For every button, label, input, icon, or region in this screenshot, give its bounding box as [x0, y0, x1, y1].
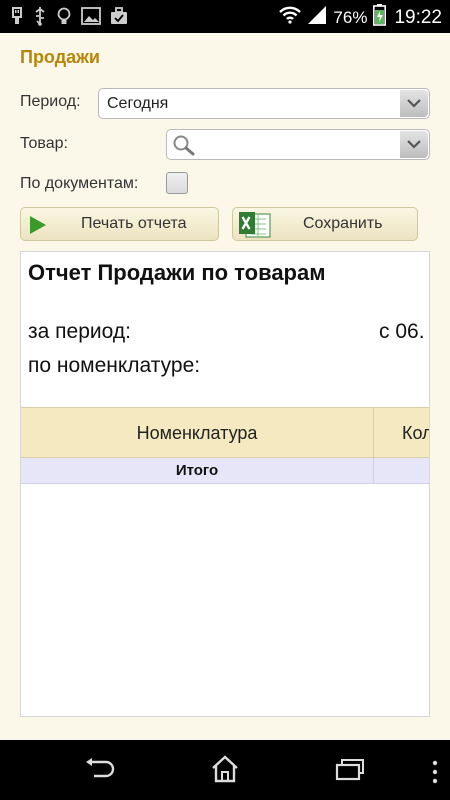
wifi-icon: [279, 6, 302, 29]
period-select[interactable]: Сегодня: [98, 88, 430, 119]
report-period-label: за период:: [28, 320, 131, 343]
report-panel[interactable]: Отчет Продажи по товарам за период: с 06…: [20, 251, 430, 717]
period-label: Период:: [20, 93, 81, 110]
column-divider: [373, 458, 374, 483]
recent-apps-button[interactable]: [330, 755, 370, 787]
battery-charging-icon: [373, 4, 387, 31]
chevron-down-icon[interactable]: [400, 90, 428, 117]
status-bar: 76% 19:22: [0, 0, 450, 33]
page-title: Продажи: [20, 47, 100, 67]
report-nomenclature-label: по номенклатуре:: [28, 354, 201, 377]
search-icon[interactable]: [172, 134, 196, 161]
save-button[interactable]: Сохранить: [232, 207, 418, 241]
table-header: Номенклатура Кол: [21, 407, 430, 458]
print-report-button-label: Печать отчета: [81, 215, 187, 232]
product-select[interactable]: [166, 129, 430, 160]
briefcase-icon: [110, 7, 128, 25]
column-header-quantity: Кол: [402, 423, 430, 443]
report-period-value: с 06.: [379, 320, 425, 343]
total-row: Итого: [21, 458, 429, 484]
recent-apps-icon: [335, 757, 365, 786]
signal-icon: [307, 5, 327, 30]
back-icon: [84, 757, 116, 785]
overflow-menu-icon[interactable]: [432, 760, 438, 789]
app-screen: Продажи Период: Сегодня Товар: По докуме…: [0, 33, 450, 740]
by-documents-checkbox[interactable]: [166, 172, 188, 194]
home-icon: [210, 754, 240, 788]
bulb-icon: [56, 6, 72, 26]
battery-percent: 76%: [333, 7, 368, 27]
usb-debug-icon: [33, 6, 47, 26]
print-report-button[interactable]: Печать отчета: [20, 207, 219, 241]
play-icon: [29, 215, 47, 240]
period-select-value: Сегодня: [107, 95, 169, 112]
column-header-nomenclature: Номенклатура: [136, 423, 258, 443]
chevron-down-icon[interactable]: [400, 131, 428, 158]
back-button[interactable]: [80, 755, 120, 787]
home-button[interactable]: [205, 754, 245, 788]
usb-icon: [10, 6, 24, 26]
navigation-bar: [0, 740, 450, 800]
image-icon: [81, 7, 101, 25]
save-button-label: Сохранить: [303, 215, 383, 232]
column-divider: [373, 408, 374, 457]
excel-icon: [238, 211, 272, 244]
by-documents-label: По документам:: [20, 175, 139, 192]
report-title: Отчет Продажи по товарам: [28, 260, 326, 285]
total-label: Итого: [175, 462, 219, 479]
product-label: Товар:: [20, 135, 68, 152]
clock: 19:22: [394, 6, 442, 28]
